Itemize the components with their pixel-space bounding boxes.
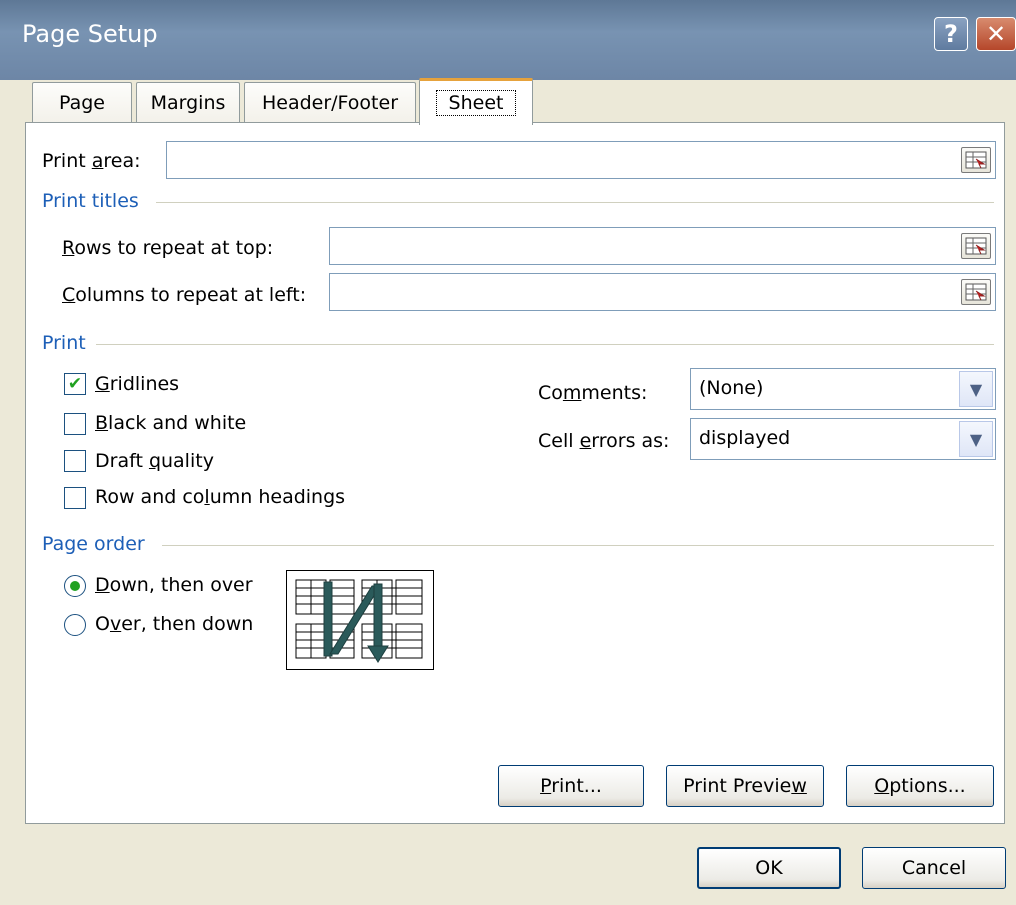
- chevron-down-icon[interactable]: ▼: [959, 421, 993, 457]
- print-titles-separator: [156, 202, 994, 203]
- tab-margins[interactable]: Margins: [136, 82, 240, 122]
- comments-value: (None): [699, 377, 764, 399]
- tab-page-label: Page: [59, 91, 105, 114]
- print-heading: Print: [42, 332, 86, 354]
- title-bar[interactable]: Page Setup ? ✕: [0, 0, 1016, 80]
- options-button[interactable]: Options...: [846, 765, 994, 807]
- print-preview-button[interactable]: Print Preview: [666, 765, 824, 807]
- check-icon: ✔: [67, 373, 83, 394]
- gridlines-checkbox[interactable]: ✔: [64, 373, 86, 395]
- rows-repeat-label: Rows to repeat at top:: [62, 237, 274, 259]
- over-then-down-radio[interactable]: [64, 614, 86, 636]
- print-area-label: Print area:: [42, 150, 141, 172]
- gridlines-label: Gridlines: [95, 373, 180, 395]
- columns-repeat-collapse-button[interactable]: [961, 279, 991, 305]
- tab-margins-label: Margins: [150, 91, 226, 114]
- columns-repeat-label: Columns to repeat at left:: [62, 284, 307, 306]
- print-separator: [96, 344, 994, 345]
- black-white-label: Black and white: [95, 412, 247, 434]
- close-button[interactable]: ✕: [976, 17, 1016, 51]
- over-then-down-label: Over, then down: [95, 613, 254, 635]
- tab-header-footer[interactable]: Header/Footer: [244, 82, 416, 122]
- rows-repeat-field[interactable]: [329, 227, 996, 265]
- help-button[interactable]: ?: [934, 17, 968, 51]
- comments-select[interactable]: (None) ▼: [690, 368, 996, 410]
- chevron-down-icon[interactable]: ▼: [959, 371, 993, 407]
- print-area-collapse-button[interactable]: [961, 147, 991, 173]
- ok-button[interactable]: OK: [697, 847, 841, 889]
- print-button[interactable]: Print...: [498, 765, 644, 807]
- options-button-label: Options...: [874, 775, 966, 797]
- close-icon: ✕: [985, 20, 1007, 48]
- radio-selected-dot: [70, 581, 80, 591]
- draft-quality-checkbox[interactable]: [64, 450, 86, 472]
- help-icon: ?: [944, 20, 958, 48]
- print-preview-button-label: Print Preview: [683, 775, 807, 797]
- black-white-checkbox[interactable]: [64, 413, 86, 435]
- page-order-separator: [162, 545, 994, 546]
- cell-errors-select[interactable]: displayed ▼: [690, 418, 996, 460]
- page-setup-dialog: Page Setup ? ✕ Page Margins Header/Foote…: [0, 0, 1016, 905]
- tab-sheet[interactable]: Sheet: [419, 78, 533, 125]
- rows-repeat-collapse-button[interactable]: [961, 233, 991, 259]
- print-titles-heading: Print titles: [42, 190, 139, 212]
- tab-page[interactable]: Page: [32, 82, 132, 122]
- ok-button-label: OK: [755, 857, 783, 879]
- dialog-title: Page Setup: [22, 20, 158, 48]
- row-column-headings-checkbox[interactable]: [64, 487, 86, 509]
- print-button-label: Print...: [540, 775, 602, 797]
- cell-errors-value: displayed: [699, 427, 791, 449]
- comments-label: Comments:: [538, 382, 648, 404]
- sheet-tab-panel: Print area: Print titles Rows to repeat …: [25, 122, 1005, 824]
- cell-errors-label: Cell errors as:: [538, 430, 670, 452]
- row-column-headings-label: Row and column headings: [95, 486, 346, 508]
- collapse-dialog-icon: [965, 151, 987, 169]
- collapse-dialog-icon: [965, 237, 987, 255]
- print-area-field[interactable]: [166, 141, 996, 179]
- tab-header-footer-label: Header/Footer: [261, 91, 399, 114]
- draft-quality-label: Draft quality: [95, 450, 214, 472]
- cancel-button[interactable]: Cancel: [862, 847, 1006, 889]
- collapse-dialog-icon: [965, 283, 987, 301]
- down-then-over-radio[interactable]: [64, 575, 86, 597]
- down-then-over-label: Down, then over: [95, 574, 253, 596]
- page-order-heading: Page order: [42, 533, 145, 555]
- columns-repeat-field[interactable]: [329, 273, 996, 311]
- tab-sheet-label: Sheet: [435, 90, 517, 116]
- cancel-button-label: Cancel: [901, 857, 967, 879]
- page-order-preview-icon: [286, 570, 434, 670]
